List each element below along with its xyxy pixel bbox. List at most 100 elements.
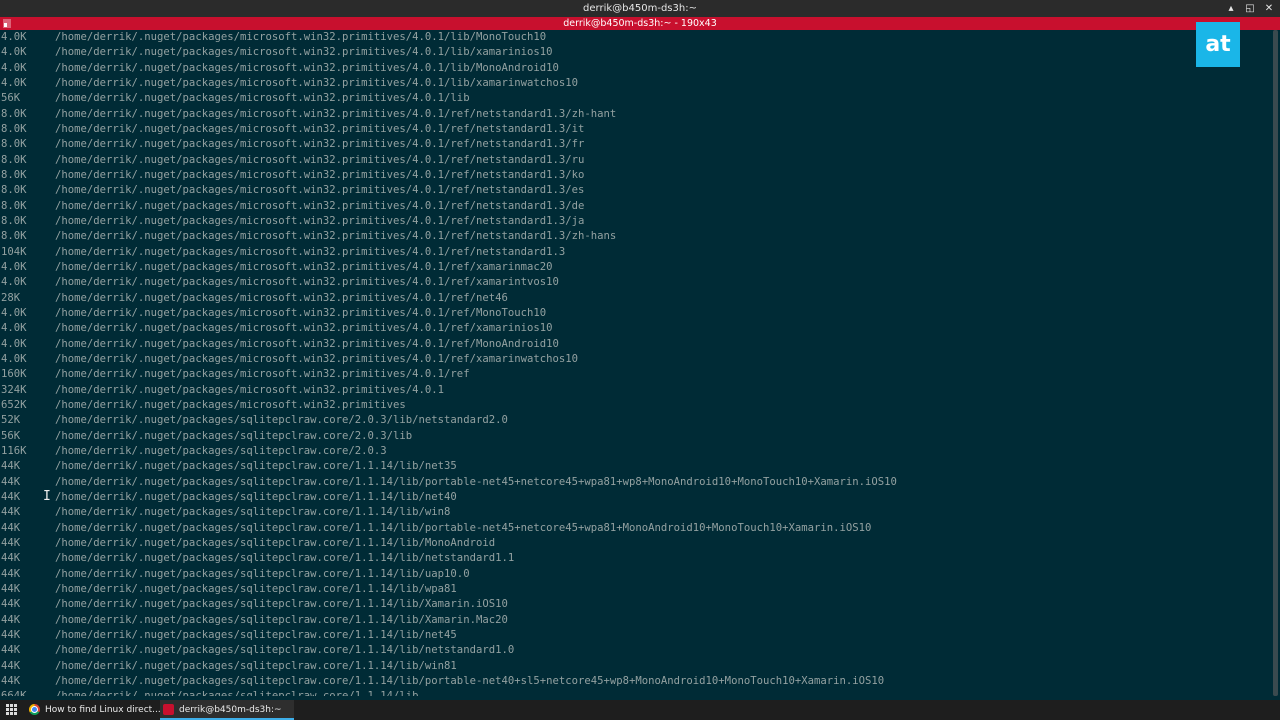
line-path: /home/derrik/.nuget/packages/microsoft.w… [55,168,585,181]
line-path: /home/derrik/.nuget/packages/microsoft.w… [55,306,547,319]
line-size: 8.0K [1,138,27,151]
line-path: /home/derrik/.nuget/packages/sqlitepclra… [55,536,496,549]
line-path: /home/derrik/.nuget/packages/sqlitepclra… [55,506,451,519]
terminal-output[interactable]: 4.0K/home/derrik/.nuget/packages/microso… [0,30,1271,696]
line-size: 8.0K [1,184,27,197]
window-title: derrik@b450m-ds3h:~ [583,3,697,14]
line-size: 56K [1,429,21,442]
line-size: 44K [1,644,21,657]
line-size: 160K [1,368,27,381]
line-path: /home/derrik/.nuget/packages/microsoft.w… [55,107,617,120]
line-path: /home/derrik/.nuget/packages/microsoft.w… [55,383,445,396]
line-path: /home/derrik/.nuget/packages/microsoft.w… [55,260,553,273]
line-path: /home/derrik/.nuget/packages/sqlitepclra… [55,613,508,626]
line-path: /home/derrik/.nuget/packages/microsoft.w… [55,398,406,411]
line-path: /home/derrik/.nuget/packages/microsoft.w… [55,153,585,166]
line-size: 44K [1,567,21,580]
terminal-tab-title: derrik@b450m-ds3h:~ - 190x43 [563,18,717,29]
line-path: /home/derrik/.nuget/packages/sqlitepclra… [55,552,515,565]
line-size: 116K [1,444,27,457]
line-path: /home/derrik/.nuget/packages/microsoft.w… [55,76,578,89]
line-size: 104K [1,245,27,258]
line-path: /home/derrik/.nuget/packages/sqlitepclra… [55,429,413,442]
line-size: 44K [1,582,21,595]
line-size: 4.0K [1,276,27,289]
terminal-tab-bar[interactable]: derrik@b450m-ds3h:~ - 190x43 [0,17,1280,30]
line-path: /home/derrik/.nuget/packages/sqlitepclra… [55,598,508,611]
line-size: 44K [1,598,21,611]
line-path: /home/derrik/.nuget/packages/microsoft.w… [55,230,617,243]
line-size: 664K [1,689,51,696]
line-path: /home/derrik/.nuget/packages/microsoft.w… [55,276,559,289]
line-path: /home/derrik/.nuget/packages/microsoft.w… [55,92,470,105]
line-size: 4.0K [1,337,27,350]
line-path: /home/derrik/.nuget/packages/microsoft.w… [55,31,547,43]
line-path: /home/derrik/.nuget/packages/sqlitepclra… [55,414,508,427]
line-size: 44K [1,536,21,549]
taskbar-item-label: derrik@b450m-ds3h:~ [179,705,282,715]
taskbar-item-browser[interactable]: How to find Linux direct... [26,700,161,720]
line-size: 8.0K [1,168,27,181]
line-path: /home/derrik/.nuget/packages/sqlitepclra… [55,444,387,457]
line-size: 8.0K [1,153,27,166]
line-size: 44K [1,475,21,488]
taskbar: How to find Linux direct... derrik@b450m… [0,700,1280,720]
line-path: /home/derrik/.nuget/packages/sqlitepclra… [55,674,885,687]
line-path: /home/derrik/.nuget/packages/microsoft.w… [55,138,585,151]
line-size: 8.0K [1,107,27,120]
close-icon[interactable]: ✕ [1264,0,1274,17]
scrollbar-thumb[interactable] [1273,30,1278,696]
line-path: /home/derrik/.nuget/packages/sqlitepclra… [55,582,457,595]
line-size: 4.0K [1,306,27,319]
line-size: 324K [1,383,27,396]
line-path: /home/derrik/.nuget/packages/microsoft.w… [55,184,585,197]
taskbar-item-label: How to find Linux direct... [45,705,161,715]
line-size: 4.0K [1,352,27,365]
line-size: 4.0K [1,322,27,335]
line-size: 44K [1,628,21,641]
line-path: /home/derrik/.nuget/packages/microsoft.w… [55,368,470,381]
line-path: /home/derrik/.nuget/packages/sqlitepclra… [55,460,457,473]
line-path: /home/derrik/.nuget/packages/microsoft.w… [55,322,553,335]
line-size: 8.0K [1,230,27,243]
terminal-scrollbar[interactable] [1271,30,1280,696]
line-size: 4.0K [1,31,27,43]
line-path: /home/derrik/.nuget/packages/microsoft.w… [55,245,566,258]
app-launcher-icon[interactable] [6,704,17,715]
line-path: /home/derrik/.nuget/packages/sqlitepclra… [55,659,457,672]
line-size: 4.0K [1,260,27,273]
minimize-icon[interactable]: ▴ [1226,0,1236,17]
line-path: /home/derrik/.nuget/packages/microsoft.w… [55,352,578,365]
line-size: 8.0K [1,214,27,227]
line-path: /home/derrik/.nuget/packages/microsoft.w… [55,337,559,350]
line-path: /home/derrik/.nuget/packages/microsoft.w… [55,199,585,212]
maximize-icon[interactable]: ◱ [1245,0,1255,17]
line-path: /home/derrik/.nuget/packages/sqlitepclra… [55,644,515,657]
taskbar-item-terminal[interactable]: derrik@b450m-ds3h:~ [160,700,294,720]
line-size: 56K [1,92,21,105]
line-path: /home/derrik/.nuget/packages/microsoft.w… [55,46,553,59]
line-path: /home/derrik/.nuget/packages/sqlitepclra… [55,475,897,488]
terminal-icon [163,704,174,715]
terminal-tab-icon [3,19,11,28]
line-size: 4.0K [1,46,27,59]
channel-logo: at [1196,22,1240,67]
line-size: 44K [1,460,21,473]
line-path: /home/derrik/.nuget/packages/sqlitepclra… [55,628,457,641]
line-size: 44K [1,552,21,565]
line-path: /home/derrik/.nuget/packages/microsoft.w… [55,61,559,74]
line-size: 652K [1,398,27,411]
text-cursor-icon: I [43,489,51,504]
line-size: 52K [1,414,21,427]
line-size: 44K [1,521,21,534]
line-path: /home/derrik/.nuget/packages/sqlitepclra… [55,689,419,696]
line-size: 44K [1,613,21,626]
line-path: /home/derrik/.nuget/packages/sqlitepclra… [55,521,872,534]
line-path: /home/derrik/.nuget/packages/sqlitepclra… [55,567,470,580]
window-controls: ▴ ◱ ✕ [1226,0,1274,17]
window-titlebar: derrik@b450m-ds3h:~ ▴ ◱ ✕ [0,0,1280,17]
line-size: 44K [1,506,21,519]
line-size: 44K [1,674,21,687]
line-path: /home/derrik/.nuget/packages/microsoft.w… [55,291,508,304]
line-path: /home/derrik/.nuget/packages/microsoft.w… [55,214,585,227]
